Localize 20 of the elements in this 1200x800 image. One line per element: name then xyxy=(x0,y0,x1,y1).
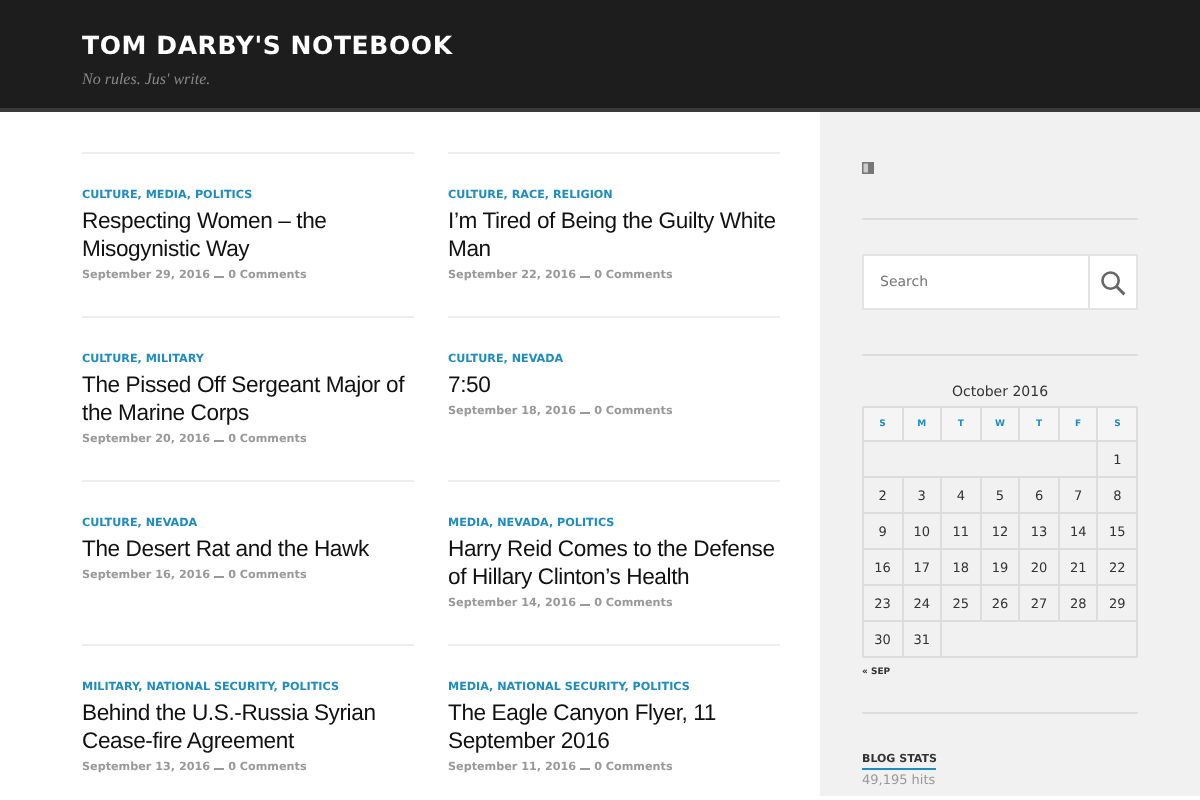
separator-dash xyxy=(214,439,225,441)
search-icon xyxy=(1100,269,1126,295)
separator-dash xyxy=(580,767,591,769)
post-title[interactable]: The Pissed Off Sergeant Major of the Marine Corps xyxy=(82,372,414,428)
separator-dash xyxy=(580,411,591,413)
post-title[interactable]: Harry Reid Comes to the Defense of Hillary Clinton’s Health xyxy=(448,536,780,592)
site-tagline: No rules. Jus' write. xyxy=(82,70,213,88)
post-title[interactable]: The Eagle Canyon Flyer, 11 September 2016 xyxy=(448,700,780,756)
separator-dash xyxy=(580,275,591,277)
separator-dash xyxy=(214,575,225,577)
post-title[interactable]: 7:50 xyxy=(448,372,780,400)
site-title[interactable]: TOM DARBY'S NOTEBOOK xyxy=(82,30,1200,60)
separator-dash xyxy=(214,767,225,769)
post-title[interactable]: Respecting Women – the Misogynistic Way xyxy=(82,208,414,264)
post-title[interactable]: I’m Tired of Being the Guilty White Man xyxy=(448,208,780,264)
separator-dash xyxy=(580,603,591,605)
separator-dash xyxy=(214,275,225,277)
post-title[interactable]: The Desert Rat and the Hawk xyxy=(82,536,414,564)
post-title[interactable]: Behind the U.S.-Russia Syrian Cease-fire Agreement xyxy=(82,700,414,756)
search-button[interactable] xyxy=(1088,254,1138,310)
